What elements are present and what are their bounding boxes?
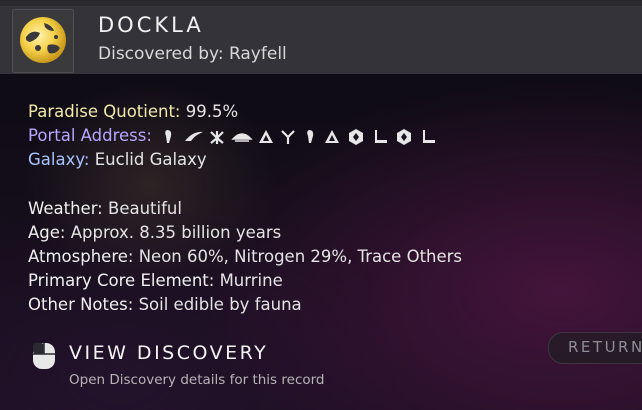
return-label: RETURN: [568, 338, 642, 356]
planet-name: DOCKLA: [98, 13, 204, 37]
atmosphere-row: Atmosphere: Neon 60%, Nitrogen 29%, Trac…: [28, 245, 462, 269]
core-element-row: Primary Core Element: Murrine: [28, 269, 283, 293]
portal-glyph-11: [397, 129, 412, 145]
atmosphere-value: Neon 60%, Nitrogen 29%, Trace Others: [138, 247, 463, 266]
portal-glyph-2: [185, 131, 204, 141]
core-element-value: Murrine: [219, 271, 283, 290]
portal-glyph-5: [259, 130, 274, 143]
age-value: Approx. 8.35 billion years: [70, 223, 282, 242]
view-discovery-hint: Open Discovery details for this record: [69, 372, 325, 388]
weather-value: Beautiful: [108, 199, 182, 218]
galaxy-value: Euclid Galaxy: [94, 150, 207, 169]
planet-icon: [20, 17, 66, 63]
galaxy-label: Galaxy:: [28, 150, 90, 169]
portal-address-label: Portal Address:: [28, 126, 152, 145]
atmosphere-label: Atmosphere:: [28, 247, 134, 266]
portal-glyph-4: [231, 133, 253, 142]
core-element-label: Primary Core Element:: [28, 271, 215, 290]
mouse-icon[interactable]: [30, 342, 58, 370]
age-label: Age:: [28, 223, 66, 242]
weather-row: Weather: Beautiful: [28, 197, 182, 221]
weather-label: Weather:: [28, 199, 103, 218]
paradise-quotient-value: 99.5%: [185, 102, 239, 121]
portal-glyph-9: [349, 129, 364, 145]
portal-glyph-7: [307, 130, 314, 143]
age-row: Age: Approx. 8.35 billion years: [28, 221, 281, 245]
other-notes-value: Soil edible by fauna: [138, 295, 302, 314]
discovered-by: Discovered by: Rayfell: [98, 44, 287, 64]
portal-glyph-8: [325, 130, 340, 143]
portal-glyph-1: [165, 130, 172, 143]
portal-address-row: Portal Address:: [28, 124, 451, 149]
portal-glyph-3: [210, 131, 224, 144]
portal-glyph-12: [423, 130, 436, 143]
other-notes-label: Other Notes:: [28, 295, 134, 314]
portal-glyph-10: [375, 130, 388, 143]
paradise-quotient-row: Paradise Quotient: 99.5%: [28, 100, 238, 124]
view-discovery-button[interactable]: VIEW DISCOVERY: [69, 342, 268, 364]
header-panel: [0, 6, 642, 74]
paradise-quotient-label: Paradise Quotient:: [28, 102, 181, 121]
return-button[interactable]: RETURN: [548, 332, 642, 364]
other-notes-row: Other Notes: Soil edible by fauna: [28, 293, 302, 317]
portal-glyphs: [161, 125, 451, 149]
portal-glyph-6: [281, 130, 295, 144]
galaxy-row: Galaxy: Euclid Galaxy: [28, 148, 207, 172]
